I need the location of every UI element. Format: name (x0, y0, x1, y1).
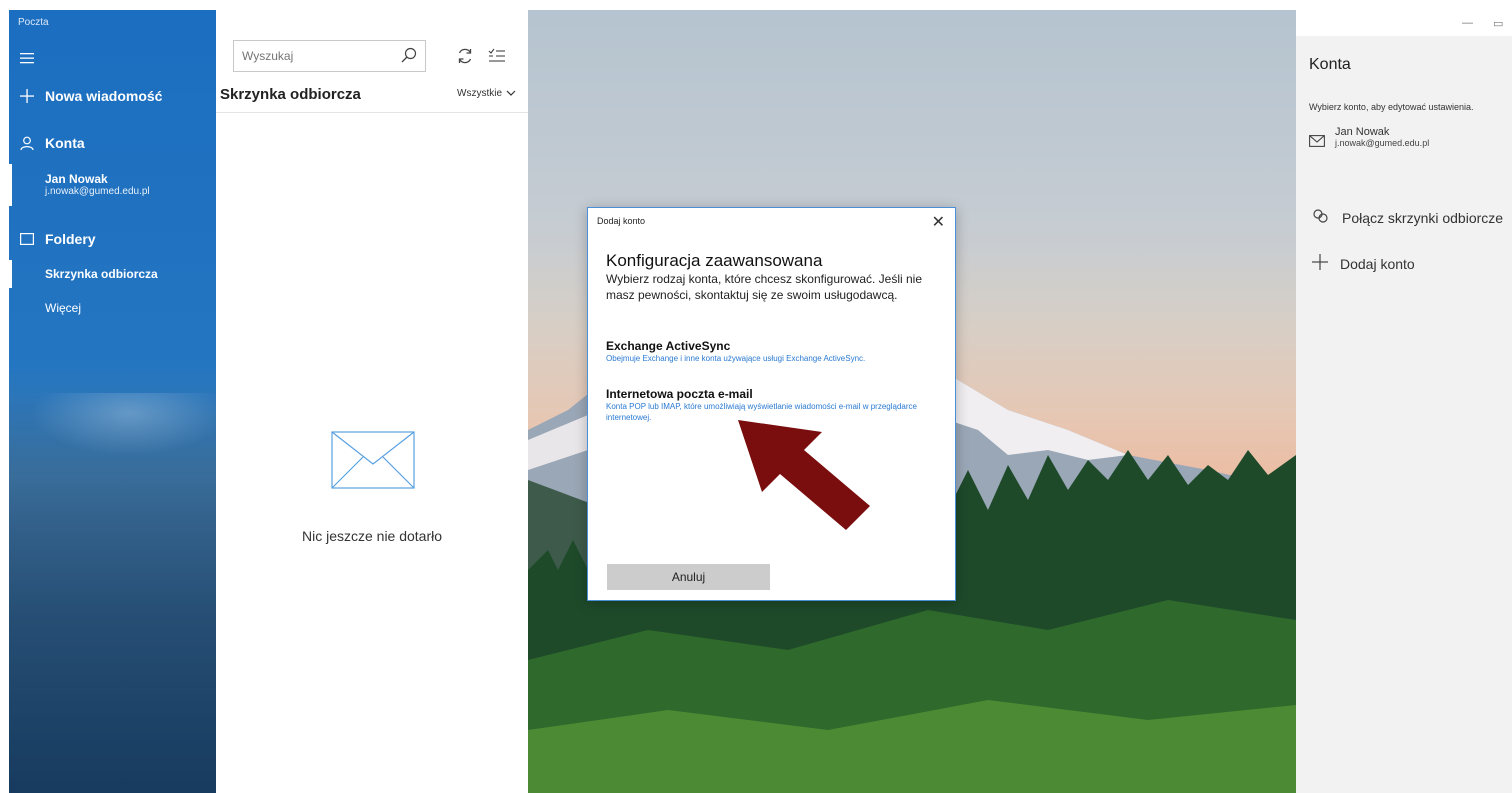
inbox-title: Skrzynka odbiorcza (220, 86, 361, 103)
new-message-button[interactable]: Nowa wiadomość (9, 83, 216, 109)
close-icon[interactable]: ✕ (932, 212, 945, 232)
accounts-pane-title: Konta (1309, 56, 1351, 73)
dialog-title: Dodaj konto (597, 216, 646, 226)
envelope-icon (331, 431, 415, 494)
link-icon (1312, 209, 1330, 226)
message-list: Skrzynka odbiorcza Wszystkie Nic jeszcze… (216, 10, 528, 793)
dialog-description: Wybierz rodzaj konta, które chcesz skonf… (606, 272, 923, 302)
plus-icon (1312, 254, 1328, 273)
restore-icon[interactable]: ▭ (1493, 17, 1503, 30)
annotation-arrow (738, 420, 870, 530)
sidebar-account-email: j.nowak@gumed.edu.pl (45, 186, 150, 197)
plus-icon (9, 89, 45, 103)
accounts-button[interactable]: Konta (9, 130, 216, 156)
minimize-icon[interactable]: — (1462, 17, 1473, 29)
add-account-button[interactable]: Dodaj konto (1312, 254, 1415, 273)
option-title: Internetowa poczta e-mail (606, 387, 753, 401)
pane-account-name: Jan Nowak (1335, 126, 1390, 138)
link-inboxes-label: Połącz skrzynki odbiorcze (1342, 209, 1504, 226)
hamburger-button[interactable] (9, 46, 216, 70)
sidebar-account[interactable]: Jan Nowak j.nowak@gumed.edu.pl (45, 172, 150, 197)
cancel-button[interactable]: Anuluj (607, 564, 770, 590)
folders-button[interactable]: Foldery (9, 226, 216, 252)
hamburger-icon (9, 52, 45, 64)
folder-icon (9, 233, 45, 245)
app-title: Poczta (18, 17, 49, 28)
sidebar-item-more[interactable]: Więcej (45, 301, 81, 315)
chevron-down-icon (506, 88, 516, 99)
search-box[interactable] (233, 40, 426, 72)
account-selection-indicator (9, 164, 12, 206)
add-account-label: Dodaj konto (1340, 255, 1415, 272)
folders-label: Foldery (45, 231, 96, 247)
sidebar-item-inbox[interactable]: Skrzynka odbiorcza (45, 267, 158, 281)
option-title: Exchange ActiveSync (606, 339, 731, 353)
new-message-label: Nowa wiadomość (45, 88, 163, 104)
pane-account-email: j.nowak@gumed.edu.pl (1335, 138, 1430, 148)
sidebar: Poczta Nowa wiadomość Konta Jan Nowak j.… (9, 10, 216, 793)
accounts-pane-hint: Wybierz konto, aby edytować ustawienia. (1309, 102, 1474, 112)
filter-dropdown[interactable]: Wszystkie (457, 88, 516, 99)
accounts-pane: Konta Wybierz konto, aby edytować ustawi… (1296, 36, 1512, 793)
link-inboxes-button[interactable]: Połącz skrzynki odbiorcze (1312, 209, 1503, 226)
sync-icon[interactable] (456, 47, 474, 70)
accounts-label: Konta (45, 135, 85, 151)
folder-selection-indicator (9, 260, 12, 288)
dialog-heading: Konfiguracja zaawansowana (606, 251, 823, 270)
list-divider (216, 112, 528, 113)
person-icon (9, 136, 45, 150)
sidebar-account-name: Jan Nowak (45, 172, 108, 186)
empty-inbox-message: Nic jeszcze nie dotarło (301, 528, 443, 544)
select-icon[interactable] (488, 47, 506, 70)
mail-icon (1309, 134, 1325, 152)
search-icon[interactable] (401, 47, 417, 68)
option-description: Obejmuje Exchange i inne konta używające… (606, 354, 866, 363)
filter-label: Wszystkie (457, 88, 502, 99)
sidebar-background (9, 393, 216, 793)
add-account-dialog: Dodaj konto ✕ Konfiguracja zaawansowana … (587, 207, 956, 601)
pane-account-item[interactable]: Jan Nowak j.nowak@gumed.edu.pl (1309, 126, 1429, 152)
option-exchange-activesync[interactable]: Exchange ActiveSync Obejmuje Exchange i … (606, 339, 936, 365)
search-input[interactable] (242, 49, 392, 63)
